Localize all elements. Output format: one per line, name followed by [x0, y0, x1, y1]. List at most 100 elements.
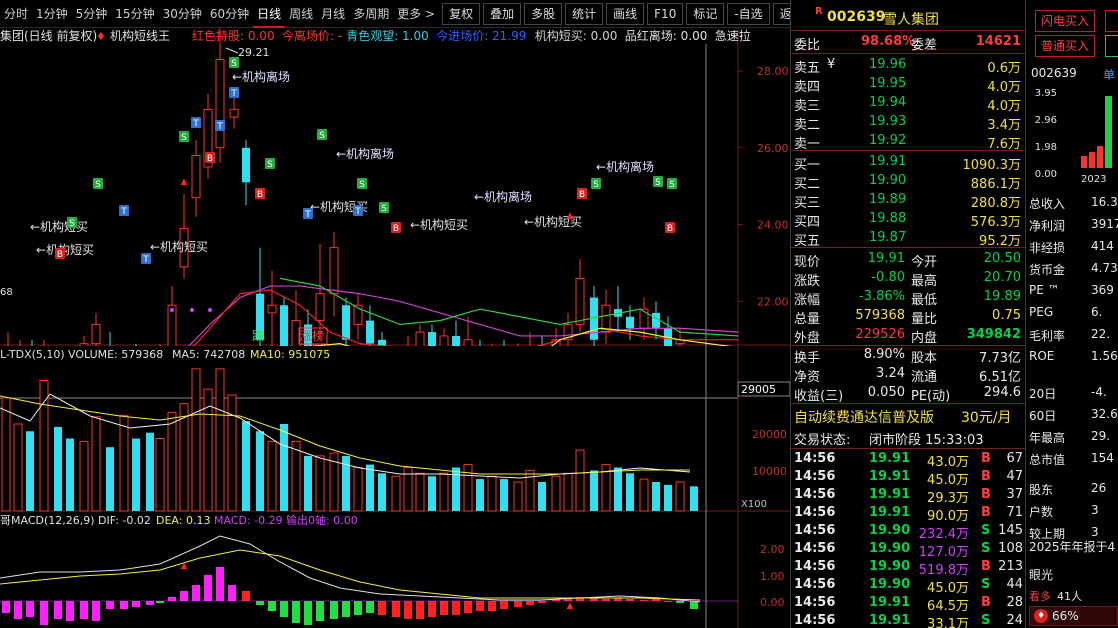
sentiment-bar[interactable]: ♦ 66% [1029, 606, 1118, 626]
volume-bar [366, 464, 374, 511]
fin-value: 4.73 [1091, 261, 1118, 275]
signal-badge: S [667, 178, 677, 190]
volume-bar [391, 475, 401, 512]
bid-volume: 576.3万 [970, 215, 1021, 230]
tick-row[interactable]: 14:56 19.91 43.0万 B 67 [791, 450, 1025, 470]
macd-bar [488, 601, 496, 611]
weibi-value: 98.68% [861, 34, 916, 49]
mini-axis-tick: 0.00 [1035, 169, 1057, 180]
volume-bar [179, 403, 189, 512]
tick-row[interactable]: 14:56 19.91 33.1万 S 24 [791, 612, 1025, 628]
toolbar-button-7[interactable]: -自选 [727, 2, 770, 25]
tick-count: 145 [998, 523, 1023, 538]
stat2-row[interactable]: 换手 8.90% 股本 7.73亿 [791, 346, 1025, 366]
period-tab-1[interactable]: 1分钟 [32, 0, 72, 28]
period-tab-4[interactable]: 30分钟 [159, 0, 206, 28]
indicator-value-1: 今离场价: - [282, 28, 342, 43]
stat2-row[interactable]: 净资 3.24 流通 6.51亿 [791, 365, 1025, 385]
ask-row[interactable]: 卖三 19.94 4.0万 [791, 94, 1025, 114]
ask-row[interactable]: 卖二 19.93 3.4万 [791, 113, 1025, 133]
bid-row[interactable]: 买五 19.87 95.2万 [791, 229, 1025, 249]
period-tab-6[interactable]: 日线 [253, 0, 286, 28]
period-tab-2[interactable]: 5分钟 [72, 0, 112, 28]
fin-row: 毛利率 22. [1029, 324, 1118, 346]
macd-bar [66, 601, 74, 621]
main-kline-chart[interactable]: 28.0026.0024.0022.0020.0018.0016.00集团(日线… [0, 28, 790, 346]
period-tab-9[interactable]: 多周期 [349, 0, 393, 28]
eye-label: 眼光 [1029, 568, 1054, 582]
toolbar-button-0[interactable]: 复权 [442, 2, 481, 25]
signal-badge-text: B [579, 190, 585, 200]
volume-cursor-value: 29005 [741, 383, 776, 396]
stat-label: 今开 [911, 255, 938, 270]
tick-row[interactable]: 14:56 19.90 232.4万 S 145 [791, 522, 1025, 542]
tick-row[interactable]: 14:56 19.91 45.0万 B 47 [791, 468, 1025, 488]
ask-row[interactable]: 卖五 ¥19.96 0.6万 [791, 56, 1025, 76]
volume-bar [256, 431, 264, 511]
toolbar-button-1[interactable]: 叠加 [483, 2, 522, 25]
period-tab-0[interactable]: 分时 [0, 0, 32, 28]
macd-chart[interactable]: 哥MACD(12,26,9) DIF: -0.02 DEA: 0.13 MACD: -… [0, 512, 790, 628]
tick-row[interactable]: 14:56 19.90 45.0万 S 44 [791, 576, 1025, 596]
stat-value: 229526 [855, 327, 905, 342]
fin-value: 32.6 [1091, 407, 1118, 421]
bid-row[interactable]: 买二 19.90 886.1万 [791, 172, 1025, 192]
ask-row[interactable]: 卖四 19.95 4.0万 [791, 75, 1025, 95]
toolbar-button-3[interactable]: 统计 [565, 2, 604, 25]
bid-row[interactable]: 买一 19.91 1090.3万 [791, 153, 1025, 173]
signal-badge: B [577, 188, 587, 200]
stat2-row[interactable]: 收益(三) 0.050 PE(动) 294.6 [791, 384, 1025, 404]
macd-bar [268, 601, 276, 611]
toolbar-button-5[interactable]: F10 [647, 2, 684, 25]
buy-button-edge[interactable] [1105, 10, 1118, 32]
stat-row[interactable]: 现价 19.91 今开 20.50 [791, 250, 1025, 270]
toolbar-button-2[interactable]: 多股 [524, 2, 563, 25]
volume-bar [79, 440, 89, 512]
macd-bar [514, 601, 522, 607]
bid-row[interactable]: 买三 19.89 280.8万 [791, 191, 1025, 211]
signal-badge: B [55, 248, 65, 260]
stat-label: 内盘 [911, 331, 938, 346]
fin-label: 非经损 [1029, 241, 1066, 255]
bid-row[interactable]: 买四 19.88 576.3万 [791, 210, 1025, 230]
stat-row[interactable]: 涨幅 -3.86% 最低 19.89 [791, 288, 1025, 308]
ask-volume: 0.6万 [987, 61, 1021, 76]
flash-buy-button[interactable]: 闪电买入 [1035, 10, 1095, 32]
sell-button-edge[interactable] [1105, 35, 1118, 57]
period-tab-7[interactable]: 周线 [285, 0, 317, 28]
toolbar-button-4[interactable]: 画线 [606, 2, 645, 25]
tick-row[interactable]: 14:56 19.90 519.8万 B 213 [791, 558, 1025, 578]
toolbar-button-6[interactable]: 标记 [686, 2, 725, 25]
trade-status: 闭市阶段 15:33:03 [869, 433, 984, 448]
signal-badge: T [191, 117, 201, 129]
macd-tick: 1.00 [760, 570, 785, 583]
fin-row: 总市值 154 [1029, 448, 1118, 470]
stat-row[interactable]: 涨跌 -0.80 最高 20.70 [791, 269, 1025, 289]
volume-bar [215, 368, 225, 512]
signal-badge-text: S [267, 160, 273, 170]
mini-bar [1105, 96, 1112, 168]
tick-count: 213 [998, 559, 1023, 574]
period-tab-5[interactable]: 60分钟 [206, 0, 253, 28]
marker-dot [170, 308, 174, 312]
tick-row[interactable]: 14:56 19.91 29.3万 B 37 [791, 486, 1025, 506]
bid-label: 买三 [794, 196, 821, 211]
fin-value: 369 [1091, 283, 1114, 297]
volume-bar [267, 440, 277, 512]
fin-label: 20日 [1029, 387, 1057, 401]
ask-row[interactable]: 卖一 19.92 7.6万 [791, 132, 1025, 152]
fin-row: 20日 -4. [1029, 382, 1118, 404]
stat-row[interactable]: 外盘 229526 内盘 349842 [791, 326, 1025, 346]
finance-panel: 闪电买入 普通买入 002639 单 3.95 2.96 1.98 0.00 2023 … [1027, 0, 1118, 628]
period-tab-10[interactable]: 更多 > [393, 0, 439, 28]
period-tab-3[interactable]: 15分钟 [111, 0, 158, 28]
tick-row[interactable]: 14:56 19.90 127.0万 S 108 [791, 540, 1025, 560]
period-tab-8[interactable]: 月线 [317, 0, 349, 28]
tick-row[interactable]: 14:56 19.91 64.5万 B 28 [791, 594, 1025, 614]
stat-row[interactable]: 总量 579368 量比 0.75 [791, 307, 1025, 327]
tick-row[interactable]: 14:56 19.91 90.0万 B 71 [791, 504, 1025, 524]
normal-buy-button[interactable]: 普通买入 [1035, 35, 1095, 57]
volume-bar [652, 482, 660, 511]
promo-banner[interactable]: 自动续费通达信普及版 30元/月 [791, 405, 1025, 427]
volume-chart[interactable]: L-TDX(5,10) VOLUME: 579368 MA5: 742708 MA10… [0, 346, 790, 512]
